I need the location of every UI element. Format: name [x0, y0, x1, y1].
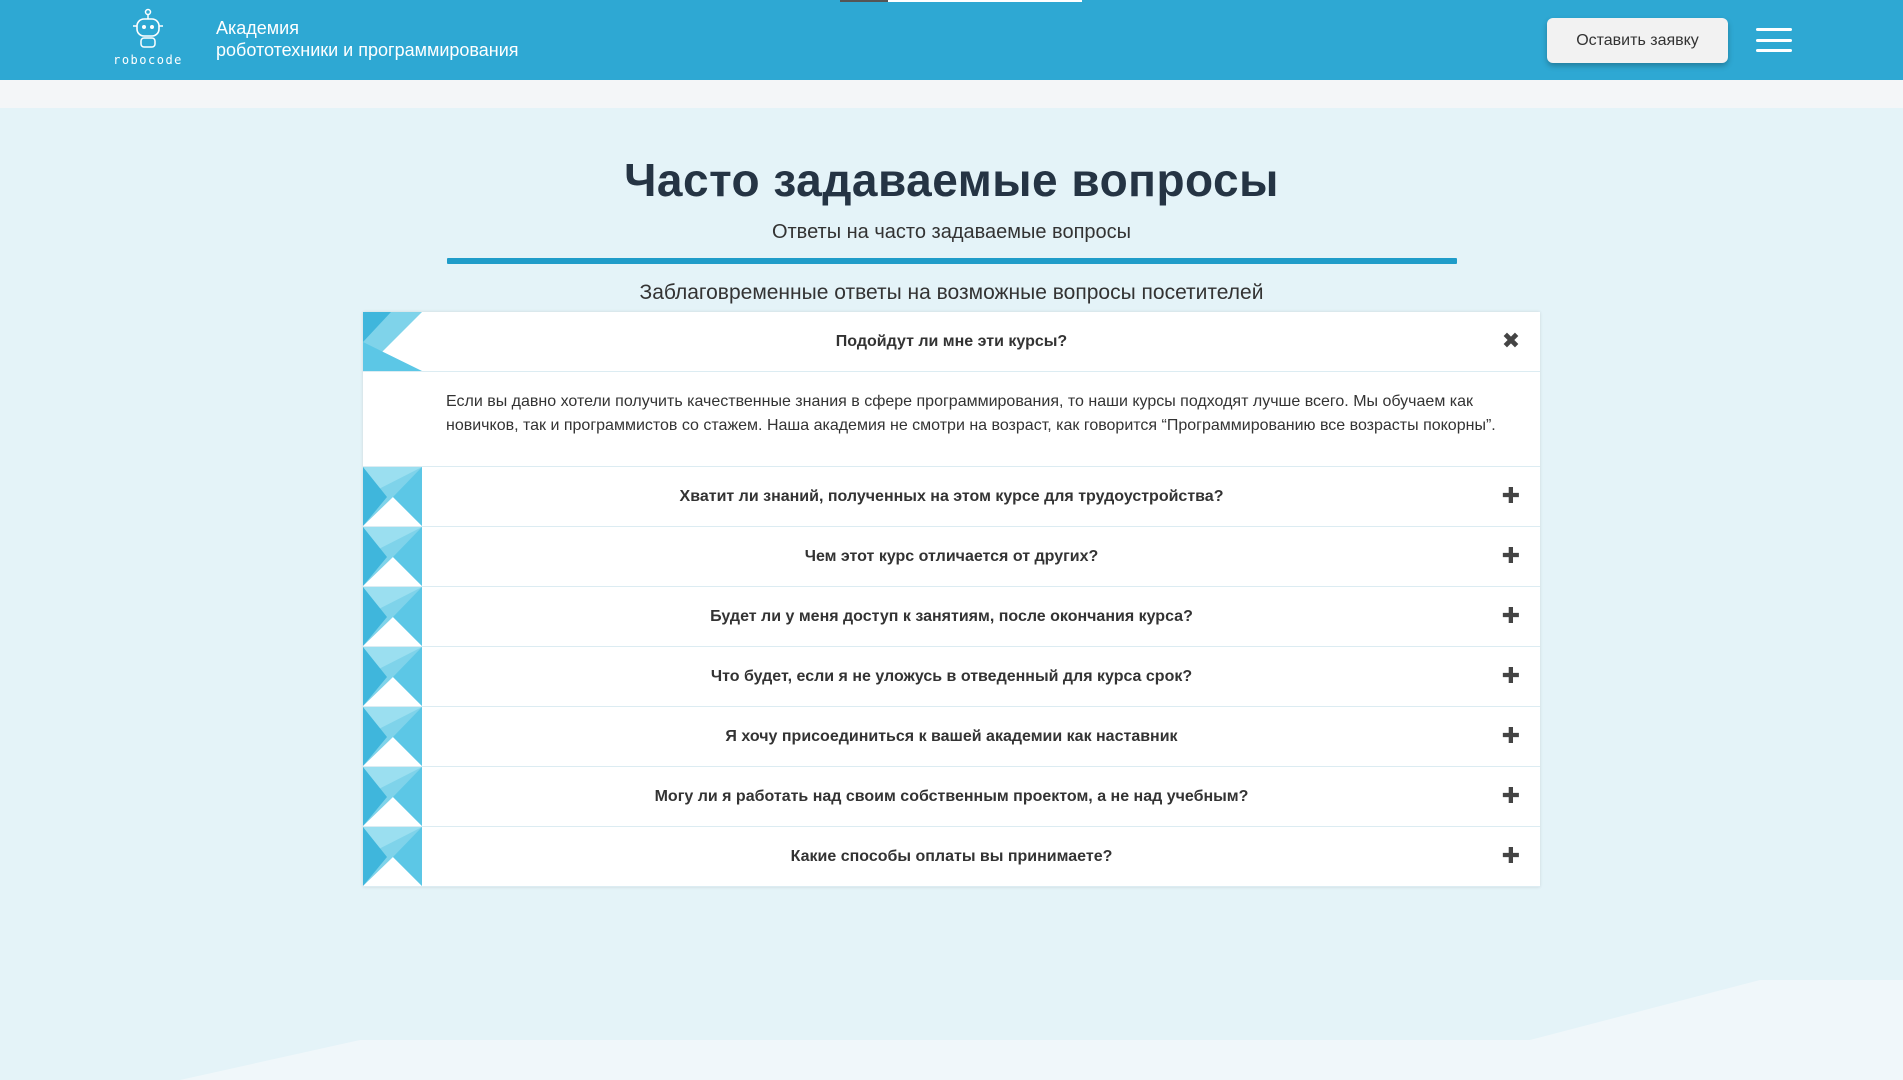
faq-question-header[interactable]: Чем этот курс отличается от других? ✚ [363, 527, 1540, 586]
faq-question-header[interactable]: Я хочу присоединиться к вашей академии к… [363, 707, 1540, 766]
faq-answer-text: Если вы давно хотели получить качественн… [363, 371, 1540, 466]
faq-question-text: Хватит ли знаний, полученных на этом кур… [679, 487, 1224, 505]
faq-question-header[interactable]: Подойдут ли мне эти курсы? ✖ [363, 312, 1540, 371]
page-title: Часто задаваемые вопросы [624, 154, 1279, 206]
subheader-band [0, 80, 1903, 108]
scroll-progress-line [840, 0, 1082, 2]
bottom-wave-decoration [180, 980, 1903, 1080]
plus-icon[interactable]: ✚ [1502, 725, 1520, 747]
faq-question-header[interactable]: Что будет, если я не уложусь в отведенны… [363, 647, 1540, 706]
faq-question-header[interactable]: Будет ли у меня доступ к занятиям, после… [363, 587, 1540, 646]
section-caption: Заблаговременные ответы на возможные воп… [639, 281, 1264, 304]
page-subtitle: Ответы на часто задаваемые вопросы [771, 221, 1132, 243]
close-icon[interactable]: ✖ [1502, 330, 1520, 352]
triangle-decoration-icon [363, 767, 422, 826]
plus-icon[interactable]: ✚ [1502, 845, 1520, 867]
triangle-decoration-icon [363, 827, 422, 886]
faq-question-text: Я хочу присоединиться к вашей академии к… [725, 727, 1178, 745]
robot-icon [133, 8, 163, 48]
faq-question-header[interactable]: Какие способы оплаты вы принимаете? ✚ [363, 827, 1540, 886]
faq-accordion: Подойдут ли мне эти курсы? ✖ Если вы давн… [363, 312, 1540, 887]
hamburger-line [1756, 28, 1792, 31]
faq-question-header[interactable]: Могу ли я работать над своим собственным… [363, 767, 1540, 826]
title-underline [447, 258, 1457, 264]
faq-item: Подойдут ли мне эти курсы? ✖ Если вы давн… [363, 312, 1540, 467]
faq-question-text: Чем этот курс отличается от других? [804, 547, 1099, 565]
faq-item: Хватит ли знаний, полученных на этом кур… [363, 467, 1540, 527]
faq-question-text: Будет ли у меня доступ к занятиям, после… [710, 607, 1193, 625]
logo[interactable]: robocode [108, 8, 188, 72]
triangle-decoration-icon [363, 527, 422, 586]
brand-line-1: Академия [216, 18, 299, 38]
logo-text: robocode [113, 53, 183, 67]
hamburger-icon[interactable] [1756, 28, 1792, 52]
faq-question-header[interactable]: Хватит ли знаний, полученных на этом кур… [363, 467, 1540, 526]
faq-item: Будет ли у меня доступ к занятиям, после… [363, 587, 1540, 647]
faq-item: Могу ли я работать над своим собственным… [363, 767, 1540, 827]
faq-item: Я хочу присоединиться к вашей академии к… [363, 707, 1540, 767]
triangle-decoration-icon [363, 312, 422, 371]
brand-line-2: робототехники и программирования [216, 40, 519, 60]
faq-item: Какие способы оплаты вы принимаете? ✚ [363, 827, 1540, 887]
plus-icon[interactable]: ✚ [1502, 665, 1520, 687]
leave-request-button[interactable]: Оставить заявку [1547, 18, 1728, 63]
plus-icon[interactable]: ✚ [1502, 605, 1520, 627]
hamburger-line [1756, 49, 1792, 52]
faq-question-text: Какие способы оплаты вы принимаете? [790, 847, 1113, 865]
faq-question-text: Подойдут ли мне эти курсы? [835, 332, 1068, 350]
faq-question-text: Что будет, если я не уложусь в отведенны… [710, 667, 1193, 685]
plus-icon[interactable]: ✚ [1502, 785, 1520, 807]
site-header: robocode Академия робототехники и програ… [0, 0, 1903, 80]
plus-icon[interactable]: ✚ [1502, 545, 1520, 567]
plus-icon[interactable]: ✚ [1502, 485, 1520, 507]
hamburger-line [1756, 38, 1792, 42]
triangle-decoration-icon [363, 467, 422, 526]
triangle-decoration-icon [363, 707, 422, 766]
triangle-decoration-icon [363, 587, 422, 646]
faq-question-text: Могу ли я работать над своим собственным… [654, 787, 1249, 805]
triangle-decoration-icon [363, 647, 422, 706]
brand-name: Академия робототехники и программировани… [216, 17, 519, 61]
faq-item: Что будет, если я не уложусь в отведенны… [363, 647, 1540, 707]
faq-item: Чем этот курс отличается от других? ✚ [363, 527, 1540, 587]
